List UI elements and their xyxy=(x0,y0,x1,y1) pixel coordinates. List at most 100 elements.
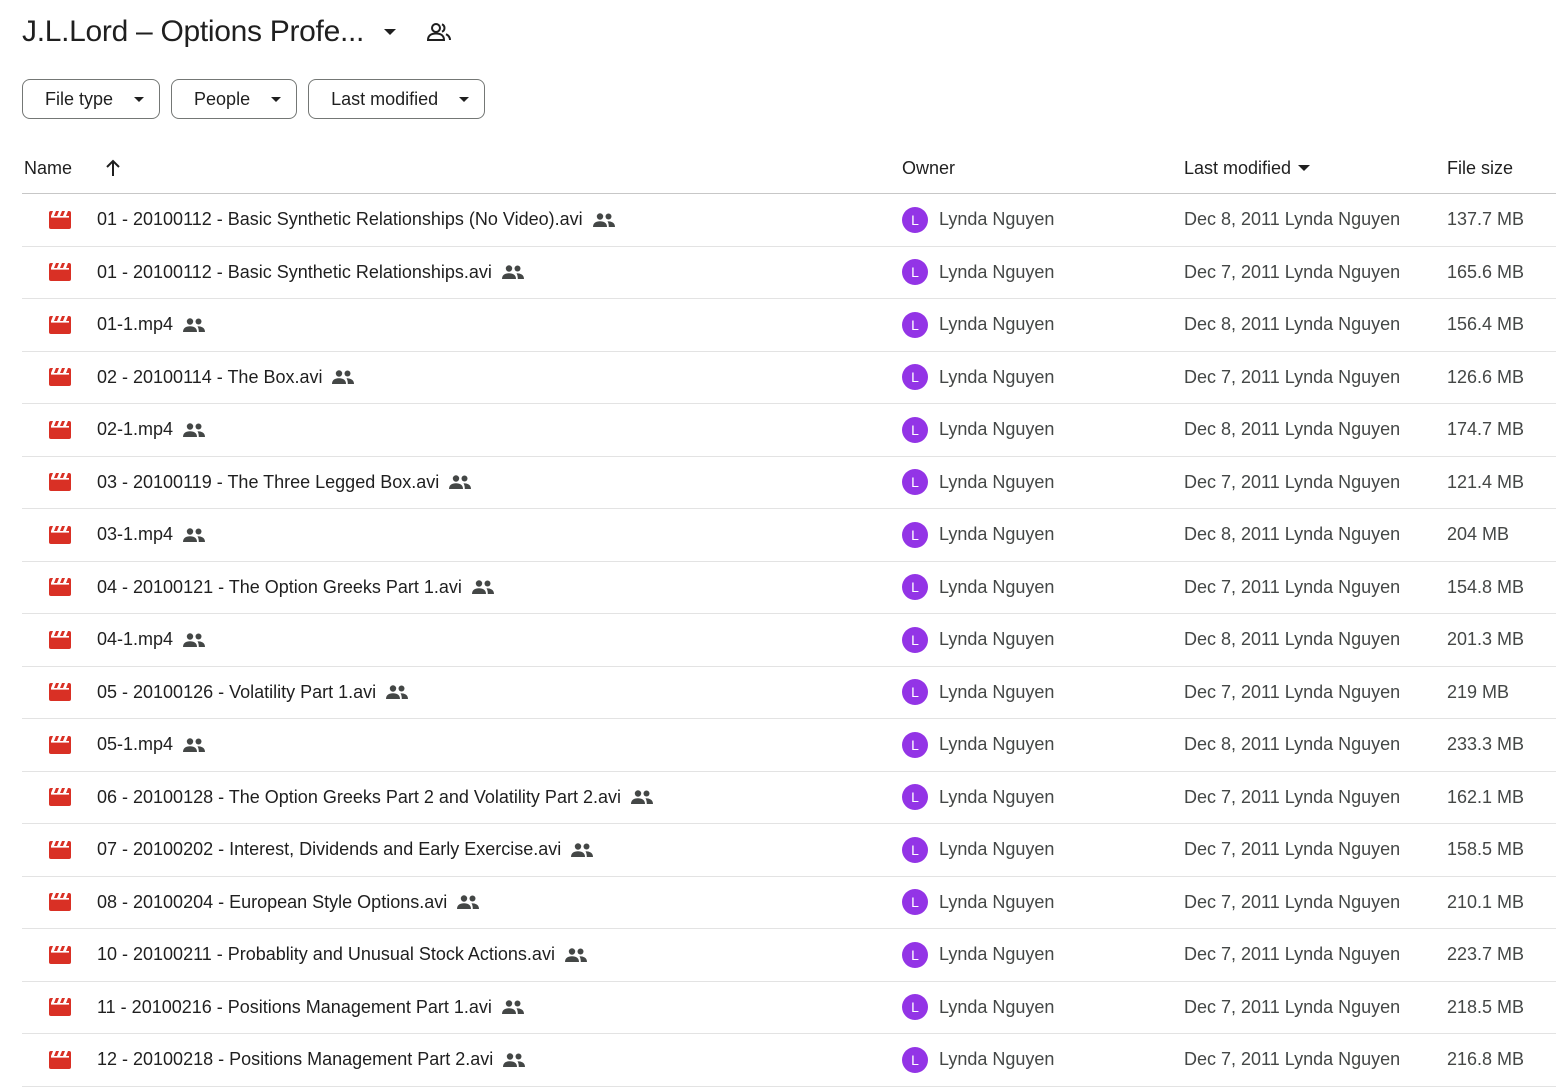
last-modified-cell: Dec 8, 2011 Lynda Nguyen xyxy=(1184,404,1400,456)
people-icon xyxy=(183,738,206,752)
modified-by: Lynda Nguyen xyxy=(1284,944,1401,965)
file-row[interactable]: 05 - 20100126 - Volatility Part 1.avi L … xyxy=(22,667,1556,719)
modified-by: Lynda Nguyen xyxy=(1284,839,1401,860)
file-name-cell[interactable]: 06 - 20100128 - The Option Greeks Part 2… xyxy=(97,772,653,824)
shared-folder-icon[interactable] xyxy=(426,19,452,45)
folder-title[interactable]: J.L.Lord – Options Profe... xyxy=(22,15,364,49)
owner-cell: L Lynda Nguyen xyxy=(902,719,1054,771)
last-modified-column-header[interactable]: Last modified xyxy=(1184,142,1311,194)
avatar: L xyxy=(902,941,928,968)
file-name-cell[interactable]: 04-1.mp4 xyxy=(97,614,206,666)
avatar: L xyxy=(902,1046,928,1073)
file-name-cell[interactable]: 02 - 20100114 - The Box.avi xyxy=(97,352,355,404)
video-file-icon xyxy=(49,772,71,824)
file-row[interactable]: 11 - 20100216 - Positions Management Par… xyxy=(22,982,1556,1034)
file-row[interactable]: 10 - 20100211 - Probablity and Unusual S… xyxy=(22,929,1556,982)
people-icon xyxy=(564,948,587,962)
modified-by: Lynda Nguyen xyxy=(1284,786,1401,807)
file-name-cell[interactable]: 07 - 20100202 - Interest, Dividends and … xyxy=(97,824,594,876)
owner-column-header[interactable]: Owner xyxy=(902,142,955,194)
file-name-cell[interactable]: 08 - 20100204 - European Style Options.a… xyxy=(97,877,480,929)
people-icon xyxy=(449,475,472,490)
avatar: L xyxy=(902,889,928,916)
owner-name: Lynda Nguyen xyxy=(939,839,1055,860)
avatar: L xyxy=(902,574,928,601)
file-size-cell: 156.4 MB xyxy=(1447,314,1525,335)
name-column-header[interactable]: Name xyxy=(24,142,72,194)
file-name-cell[interactable]: 01 - 20100112 - Basic Synthetic Relation… xyxy=(97,194,615,246)
file-row[interactable]: 05-1.mp4 L Lynda Nguyen Dec 8, 2011 Lynd… xyxy=(22,719,1556,772)
file-size-cell: 204 MB xyxy=(1447,524,1510,545)
file-row[interactable]: 01 - 20100112 - Basic Synthetic Relation… xyxy=(22,194,1556,247)
modified-date: Dec 7, 2011 xyxy=(1184,576,1280,597)
people-icon xyxy=(386,685,409,700)
file-row[interactable]: 08 - 20100204 - European Style Options.a… xyxy=(22,877,1556,929)
owner-name: Lynda Nguyen xyxy=(939,996,1055,1017)
people-icon xyxy=(501,265,524,280)
file-name-cell[interactable]: 05-1.mp4 xyxy=(97,719,206,771)
owner-name: Lynda Nguyen xyxy=(939,366,1055,387)
avatar: L xyxy=(902,784,928,811)
modified-by: Lynda Nguyen xyxy=(1284,524,1401,545)
file-row[interactable]: 01-1.mp4 L Lynda Nguyen Dec 8, 2011 Lynd… xyxy=(22,299,1556,352)
owner-cell: L Lynda Nguyen xyxy=(902,509,1054,561)
file-name: 02-1.mp4 xyxy=(97,419,174,440)
file-name-cell[interactable]: 12 - 20100218 - Positions Management Par… xyxy=(97,1034,526,1086)
file-name-cell[interactable]: 03-1.mp4 xyxy=(97,509,206,561)
last-modified-cell: Dec 7, 2011 Lynda Nguyen xyxy=(1184,667,1400,719)
file-name-cell[interactable]: 03 - 20100119 - The Three Legged Box.avi xyxy=(97,457,472,509)
file-row[interactable]: 03-1.mp4 L Lynda Nguyen Dec 8, 2011 Lynd… xyxy=(22,509,1556,562)
file-name-cell[interactable]: 11 - 20100216 - Positions Management Par… xyxy=(97,982,524,1034)
modified-date: Dec 8, 2011 xyxy=(1184,419,1280,440)
file-row[interactable]: 07 - 20100202 - Interest, Dividends and … xyxy=(22,824,1556,877)
file-row[interactable]: 02 - 20100114 - The Box.avi L Lynda Nguy… xyxy=(22,352,1556,404)
people-icon xyxy=(503,1053,526,1067)
last-modified-cell: Dec 7, 2011 Lynda Nguyen xyxy=(1184,247,1400,299)
modified-date: Dec 7, 2011 xyxy=(1184,471,1280,492)
file-name-cell[interactable]: 01 - 20100112 - Basic Synthetic Relation… xyxy=(97,247,524,299)
people-filter[interactable]: People xyxy=(171,79,298,119)
arrow-up-icon[interactable] xyxy=(102,142,124,194)
file-row[interactable]: 12 - 20100218 - Positions Management Par… xyxy=(22,1034,1556,1087)
owner-name: Lynda Nguyen xyxy=(939,944,1055,965)
avatar: L xyxy=(902,836,928,863)
owner-cell: L Lynda Nguyen xyxy=(902,404,1054,456)
last-modified-cell: Dec 7, 2011 Lynda Nguyen xyxy=(1184,982,1400,1034)
file-size-cell: 162.1 MB xyxy=(1447,786,1525,807)
file-name-cell[interactable]: 10 - 20100211 - Probablity and Unusual S… xyxy=(97,929,587,981)
modified-date: Dec 7, 2011 xyxy=(1184,261,1280,282)
modified-by: Lynda Nguyen xyxy=(1284,314,1401,335)
file-name-cell[interactable]: 01-1.mp4 xyxy=(97,299,206,351)
owner-name: Lynda Nguyen xyxy=(939,471,1055,492)
file-row[interactable]: 03 - 20100119 - The Three Legged Box.avi… xyxy=(22,457,1556,509)
file-row[interactable]: 04 - 20100121 - The Option Greeks Part 1… xyxy=(22,562,1556,614)
file-name-cell[interactable]: 04 - 20100121 - The Option Greeks Part 1… xyxy=(97,562,494,614)
file-size-cell: 158.5 MB xyxy=(1447,839,1525,860)
people-icon xyxy=(457,895,480,910)
caret-down-icon[interactable] xyxy=(378,20,402,44)
avatar: L xyxy=(902,311,928,338)
file-type-filter[interactable]: File type xyxy=(22,79,161,119)
video-file-icon xyxy=(49,194,71,246)
file-size-cell: 233.3 MB xyxy=(1447,734,1525,755)
modified-by: Lynda Nguyen xyxy=(1284,734,1401,755)
people-filter-label: People xyxy=(194,88,251,109)
people-icon xyxy=(630,790,653,805)
modified-date: Dec 7, 2011 xyxy=(1184,786,1280,807)
owner-cell: L Lynda Nguyen xyxy=(902,877,1054,929)
last-modified-filter[interactable]: Last modified xyxy=(308,79,486,119)
file-row[interactable]: 01 - 20100112 - Basic Synthetic Relation… xyxy=(22,247,1556,299)
file-size-column-header[interactable]: File size xyxy=(1447,142,1513,194)
owner-name: Lynda Nguyen xyxy=(939,419,1055,440)
file-row[interactable]: 02-1.mp4 L Lynda Nguyen Dec 8, 2011 Lynd… xyxy=(22,404,1556,457)
file-name: 05-1.mp4 xyxy=(97,734,174,755)
file-row[interactable]: 04-1.mp4 L Lynda Nguyen Dec 8, 2011 Lynd… xyxy=(22,614,1556,667)
owner-cell: L Lynda Nguyen xyxy=(902,194,1054,246)
modified-date: Dec 7, 2011 xyxy=(1184,839,1280,860)
modified-by: Lynda Nguyen xyxy=(1284,681,1401,702)
file-name-cell[interactable]: 05 - 20100126 - Volatility Part 1.avi xyxy=(97,667,409,719)
file-row[interactable]: 06 - 20100128 - The Option Greeks Part 2… xyxy=(22,772,1556,824)
file-name-cell[interactable]: 02-1.mp4 xyxy=(97,404,206,456)
last-modified-cell: Dec 7, 2011 Lynda Nguyen xyxy=(1184,1034,1400,1086)
people-icon xyxy=(471,580,494,595)
